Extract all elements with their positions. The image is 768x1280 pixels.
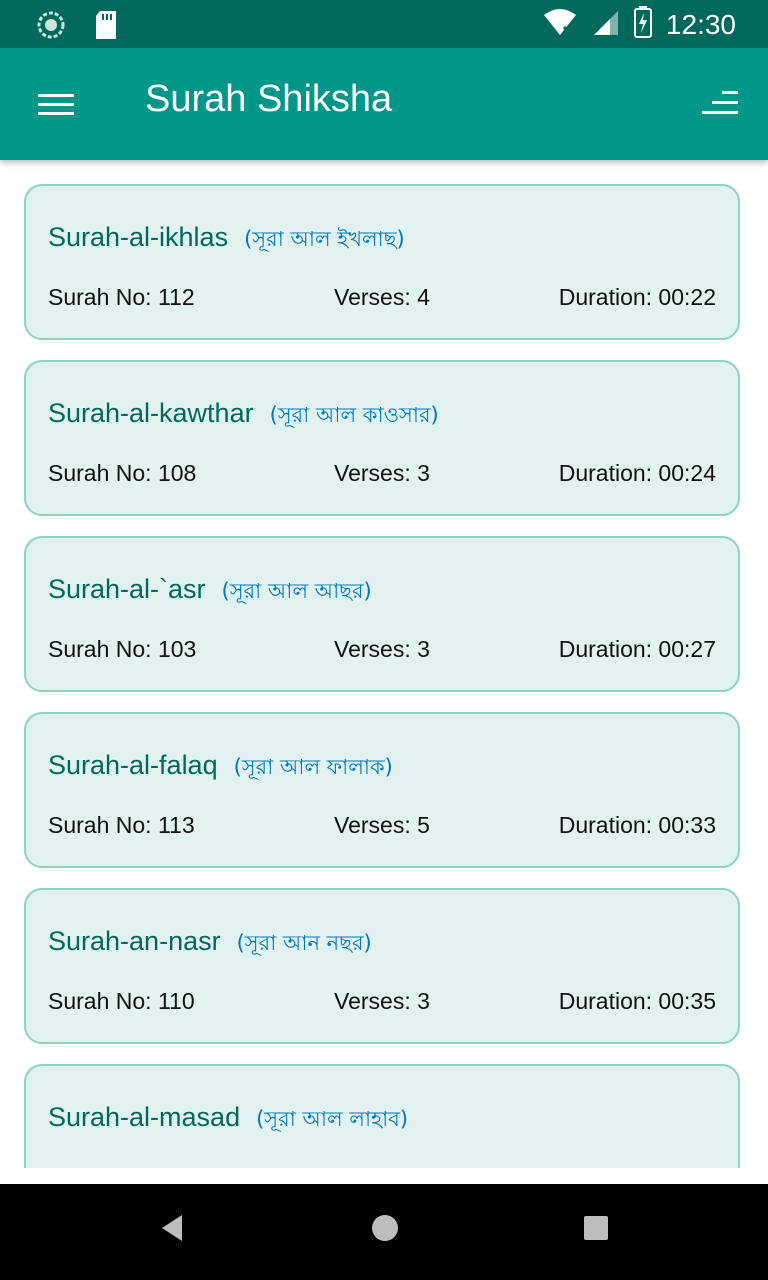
surah-number: Surah No: 103	[48, 636, 197, 662]
sd-card-icon	[94, 10, 118, 45]
surah-card[interactable]: Surah-al-ikhlas (সূরা আল ইখলাছ) Surah No…	[24, 184, 740, 340]
surah-card[interactable]: Surah-al-falaq (সূরা আল ফালাক) Surah No:…	[24, 712, 740, 868]
surah-card[interactable]: Surah-an-nasr (সূরা আন নছর) Surah No: 11…	[24, 888, 740, 1044]
surah-number: Surah No: 110	[48, 988, 195, 1014]
surah-duration: Duration: 00:33	[558, 812, 716, 838]
surah-card[interactable]: Surah-al-masad (সূরা আল লাহাব)	[24, 1064, 740, 1168]
surah-number: Surah No: 108	[48, 460, 197, 486]
surah-name: Surah-al-kawthar	[48, 398, 254, 428]
surah-name: Surah-al-ikhlas	[48, 222, 229, 252]
surah-list[interactable]: Surah-al-ikhlas (সূরা আল ইখলাছ) Surah No…	[0, 160, 768, 1168]
sort-icon[interactable]	[700, 91, 738, 119]
surah-bangla-name: (সূরা আল ফালাক)	[233, 755, 393, 779]
status-bar: 12:30	[0, 0, 768, 48]
system-nav-bar	[0, 1184, 768, 1280]
hamburger-menu-icon[interactable]	[38, 94, 74, 116]
battery-charging-icon	[633, 6, 652, 43]
surah-name: Surah-al-masad	[48, 1102, 241, 1132]
wifi-icon	[542, 7, 578, 42]
surah-duration: Duration: 00:35	[558, 988, 716, 1014]
status-time: 12:30	[665, 8, 736, 40]
sync-icon	[36, 10, 66, 45]
surah-verses: Verses: 3	[334, 636, 430, 662]
surah-verses: Verses: 3	[334, 988, 430, 1014]
surah-duration: Duration: 00:24	[558, 460, 716, 486]
back-triangle-icon[interactable]	[158, 1212, 186, 1249]
surah-duration: Duration: 00:22	[558, 284, 716, 310]
surah-number: Surah No: 112	[48, 284, 195, 310]
surah-name: Surah-al-`asr	[48, 574, 206, 604]
surah-number: Surah No: 113	[48, 812, 195, 838]
surah-name: Surah-al-falaq	[48, 750, 218, 780]
surah-bangla-name: (সূরা আন নছর)	[236, 931, 372, 955]
surah-card[interactable]: Surah-al-`asr (সূরা আল আছর) Surah No: 10…	[24, 536, 740, 692]
surah-name: Surah-an-nasr	[48, 926, 221, 956]
home-circle-icon[interactable]	[370, 1212, 400, 1249]
surah-bangla-name: (সূরা আল লাহাব)	[256, 1107, 409, 1131]
surah-card[interactable]: Surah-al-kawthar (সূরা আল কাওসার) Surah …	[24, 360, 740, 516]
surah-verses: Verses: 5	[334, 812, 430, 838]
surah-bangla-name: (সূরা আল কাওসার)	[269, 403, 439, 427]
surah-verses: Verses: 4	[334, 284, 430, 310]
surah-duration: Duration: 00:27	[558, 636, 716, 662]
surah-verses: Verses: 3	[334, 460, 430, 486]
app-bar: Surah Shiksha	[0, 48, 768, 160]
recents-square-icon[interactable]	[582, 1212, 610, 1249]
signal-icon	[592, 7, 620, 42]
surah-bangla-name: (সূরা আল ইখলাছ)	[244, 227, 405, 251]
page-title: Surah Shiksha	[145, 78, 393, 120]
surah-bangla-name: (সূরা আল আছর)	[221, 579, 372, 603]
